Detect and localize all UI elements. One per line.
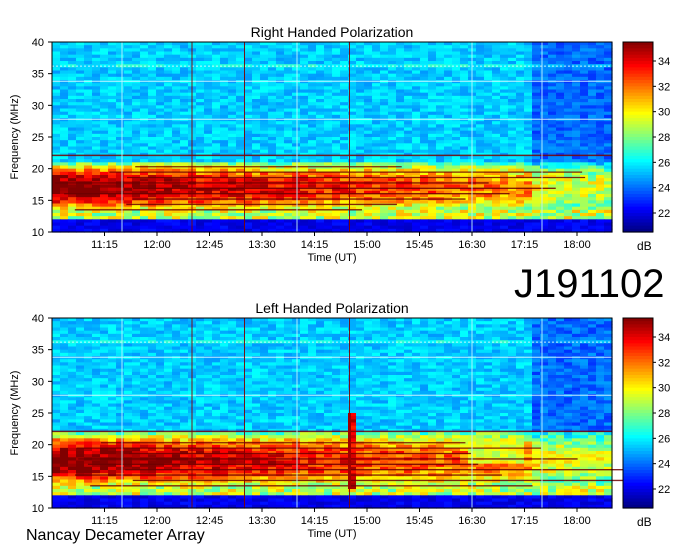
colorbar-tick-label: 30 [658, 107, 670, 119]
colorbar-tick-label: 28 [658, 132, 670, 144]
x-tick-label: 17:15 [511, 239, 539, 251]
colorbar: 22 24 26 28 30 32 34 dB [623, 42, 670, 253]
colorbar-tick-label: 24 [658, 183, 670, 195]
spectrogram-panel: Right Handed Polarization 10 15 20 25 30 35 40 F… [9, 24, 670, 264]
x-tick-label: 14:15 [301, 239, 329, 251]
y-tick-label: 15 [32, 195, 44, 207]
y-tick-label: 40 [32, 37, 44, 49]
x-tick-label: 15:00 [353, 239, 381, 251]
x-tick-label: 12:45 [196, 239, 224, 251]
x-tick-label: 11:15 [91, 239, 118, 251]
colorbar-tick-label: 32 [658, 81, 670, 93]
colorbar-unit: dB [637, 239, 652, 253]
panel-title: Right Handed Polarization [251, 24, 414, 40]
x-tick-label: 18:00 [563, 239, 591, 251]
y-tick-label: 20 [32, 164, 44, 176]
colorbar-tick-label: 34 [658, 56, 670, 68]
colorbar-tick-label: 26 [658, 157, 670, 169]
spectrogram-panel: Left Handed Polarization10152025303540Fr… [9, 300, 670, 540]
x-tick-label: 15:45 [406, 239, 434, 251]
y-tick-label: 10 [32, 227, 44, 239]
x-tick-label: 12:00 [143, 239, 171, 251]
y-tick-label: 35 [32, 69, 44, 81]
colorbar-tick-label: 22 [658, 208, 670, 220]
y-tick-label: 30 [32, 100, 44, 112]
y-tick-label: 25 [32, 132, 44, 144]
y-axis-label: Frequency (MHz) [9, 95, 21, 180]
x-tick-label: 13:30 [248, 239, 276, 251]
x-axis-label: Time (UT) [307, 252, 356, 264]
x-tick-label: 16:30 [458, 239, 486, 251]
